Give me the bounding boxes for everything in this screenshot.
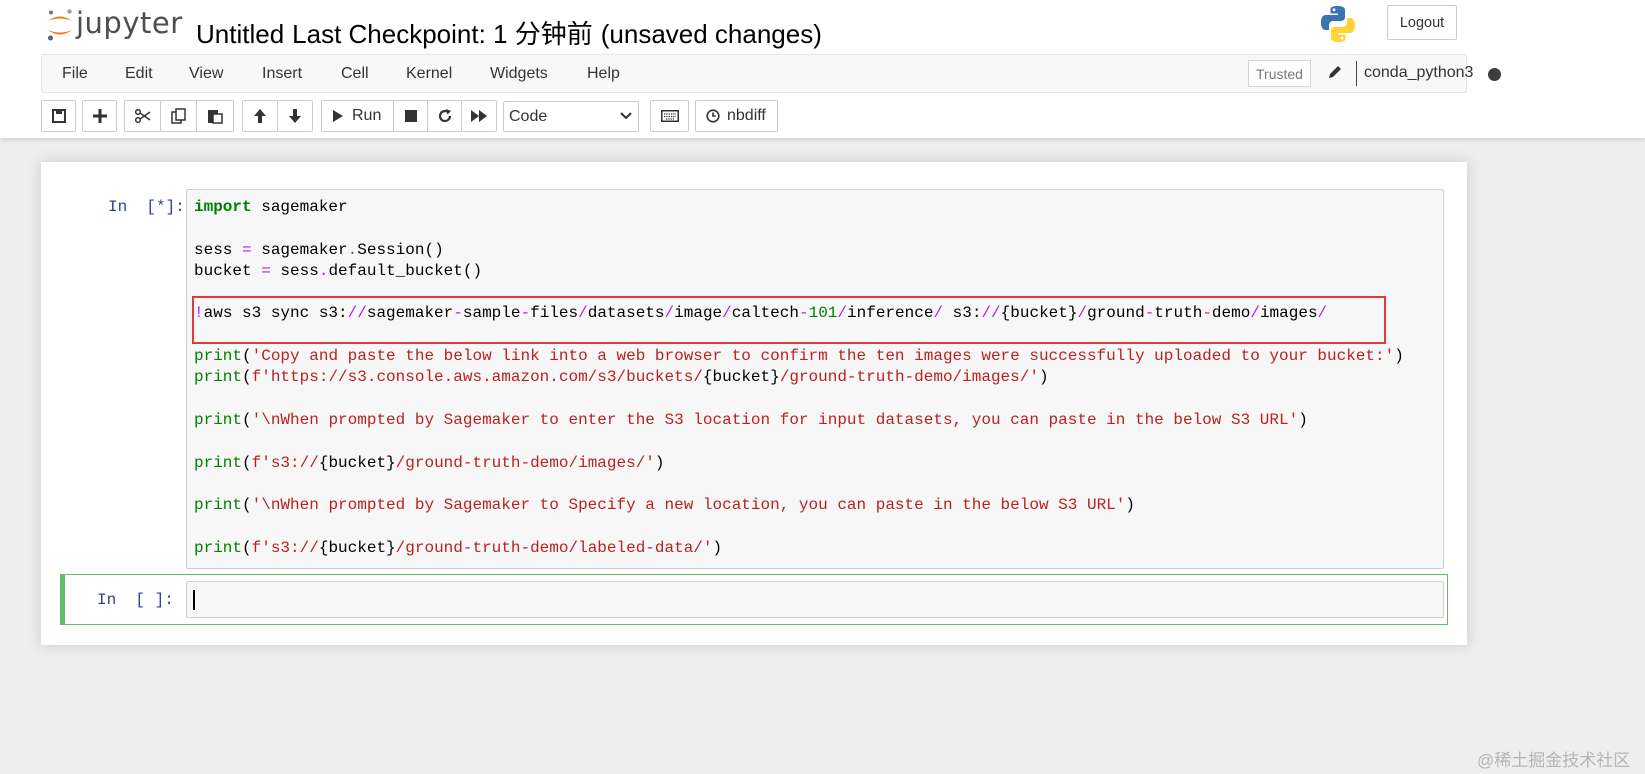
insert-cell-button[interactable] — [82, 100, 117, 132]
jupyter-logo-text: jupyter — [76, 6, 183, 40]
code-line: !aws s3 sync s3://sagemaker-sample-files… — [194, 304, 1328, 323]
code-line: print(f'https://s3.console.aws.amazon.co… — [194, 368, 1049, 387]
kernel-name[interactable]: conda_python3 — [1364, 64, 1473, 82]
run-button[interactable]: Run — [321, 100, 394, 132]
menu-kernel[interactable]: Kernel — [406, 65, 452, 83]
keyboard-icon — [660, 110, 679, 122]
logout-button[interactable]: Logout — [1387, 5, 1457, 40]
checkpoint-status: Last Checkpoint: 1 分钟前 — [292, 19, 593, 49]
nbdiff-button[interactable]: nbdiff — [695, 100, 778, 132]
jupyter-logo[interactable]: jupyter — [46, 6, 183, 43]
menu-bar: File Edit View Insert Cell Kernel Widget… — [41, 54, 1501, 93]
notebook-header: jupyter Untitled Last Checkpoint: 1 分钟前 (u… — [0, 0, 1645, 138]
nbdiff-label: nbdiff — [727, 107, 766, 124]
stop-icon — [404, 110, 417, 122]
notebook-title: Untitled Last Checkpoint: 1 分钟前 (unsaved c… — [196, 14, 830, 51]
jupyter-logo-icon — [48, 9, 72, 41]
menu-insert[interactable]: Insert — [262, 65, 302, 83]
paste-icon — [208, 110, 223, 124]
fast-forward-icon — [471, 110, 487, 122]
plus-icon — [92, 109, 107, 123]
interrupt-button[interactable] — [393, 100, 428, 132]
code-line: print(f's3://{bucket}/ground-truth-demo/… — [194, 453, 665, 472]
watermark: @稀土掘金技术社区 — [1477, 751, 1631, 770]
code-cell-input[interactable] — [186, 581, 1444, 618]
restart-run-all-button[interactable] — [461, 100, 497, 132]
code-line: print(f's3://{bucket}/ground-truth-demo/… — [194, 538, 723, 557]
menu-help[interactable]: Help — [587, 65, 620, 83]
paste-button[interactable] — [196, 100, 234, 132]
cell-type-value: Code — [509, 107, 548, 125]
autosave-status: (unsaved changes) — [600, 19, 822, 49]
save-button[interactable] — [41, 100, 76, 132]
copy-button[interactable] — [160, 100, 197, 132]
menu-edit[interactable]: Edit — [125, 65, 153, 83]
notebook-name[interactable]: Untitled — [196, 19, 284, 49]
menu-view[interactable]: View — [189, 65, 223, 83]
chevron-down-icon — [620, 112, 632, 120]
arrow-down-icon — [289, 109, 301, 123]
run-button-label: Run — [352, 107, 382, 124]
menu-cell[interactable]: Cell — [341, 65, 369, 83]
code-line: bucket = sess.default_bucket() — [194, 261, 483, 280]
save-icon — [51, 109, 66, 123]
command-palette-button[interactable] — [650, 100, 689, 132]
menu-file[interactable]: File — [62, 65, 88, 83]
play-icon — [333, 110, 343, 122]
selected-code-cell[interactable]: In [ ]: — [60, 574, 1448, 625]
code-line: import sagemaker — [194, 198, 348, 216]
restart-button[interactable] — [427, 100, 462, 132]
code-line: print('\nWhen prompted by Sagemaker to S… — [194, 496, 1135, 515]
move-up-button[interactable] — [242, 100, 278, 132]
selection-bar — [60, 574, 65, 625]
cell-type-select[interactable]: Code — [503, 101, 639, 132]
kernel-busy-indicator — [1488, 68, 1501, 81]
text-cursor — [193, 590, 195, 610]
code-cell-input[interactable]: import sagemaker sess = sagemaker.Sessio… — [186, 189, 1444, 569]
pencil-icon[interactable] — [1327, 64, 1343, 85]
history-icon — [706, 109, 720, 123]
cell-prompt: In [ ]: — [97, 591, 174, 609]
notebook-container: In [*]: import sagemaker sess = sagemake… — [41, 162, 1467, 645]
cut-icon — [134, 109, 150, 123]
cell-prompt: In [*]: — [108, 198, 185, 216]
code-line: print('Copy and paste the below link int… — [194, 347, 1404, 366]
move-down-button[interactable] — [277, 100, 313, 132]
code-line: sess = sagemaker.Session() — [194, 240, 444, 259]
cut-button[interactable] — [124, 100, 161, 132]
menu-widgets[interactable]: Widgets — [490, 65, 548, 83]
code-line: print('\nWhen prompted by Sagemaker to e… — [194, 410, 1308, 429]
python-logo-icon — [1320, 5, 1356, 48]
arrow-up-icon — [254, 109, 266, 123]
trusted-indicator[interactable]: Trusted — [1248, 60, 1311, 87]
code-editor[interactable]: import sagemaker sess = sagemaker.Sessio… — [194, 197, 1404, 559]
restart-icon — [438, 109, 451, 123]
kernel-divider — [1356, 61, 1357, 86]
copy-icon — [170, 108, 186, 124]
